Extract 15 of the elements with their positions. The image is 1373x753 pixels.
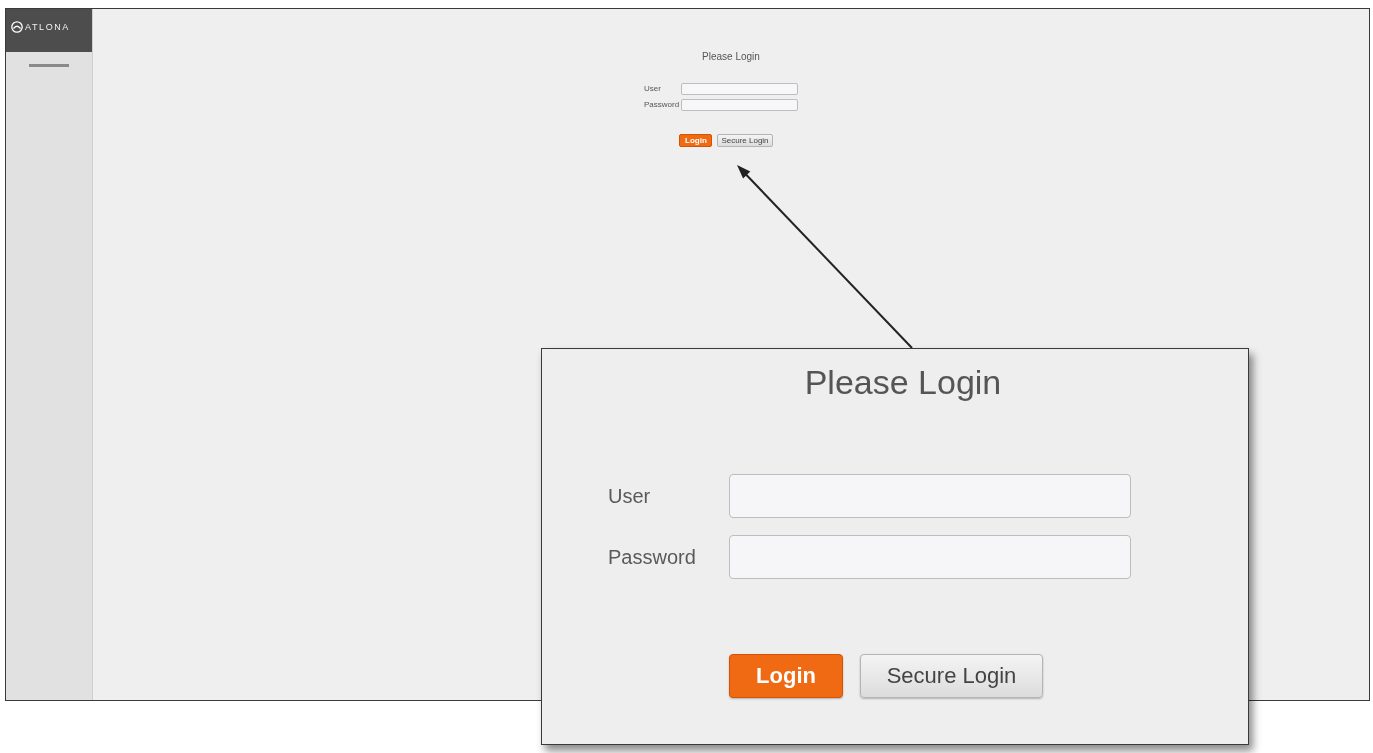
input-field[interactable] [681,99,798,111]
login-title: Please Login [702,51,760,63]
login-button[interactable]: Secure Login [717,134,773,147]
input-field[interactable] [729,474,1131,518]
field-label: User [608,484,652,508]
input-field[interactable] [729,535,1131,579]
field-label: Password [644,100,681,110]
circle-emblem-icon [11,20,23,33]
field-label: User [644,84,662,94]
login-title: Please Login [804,362,1002,402]
login-button[interactable]: Secure Login [860,654,1043,698]
input-field[interactable] [681,83,798,95]
blurred-label [29,64,69,67]
logo-text: ATLONA [25,21,70,32]
field-label: Password [608,545,697,569]
